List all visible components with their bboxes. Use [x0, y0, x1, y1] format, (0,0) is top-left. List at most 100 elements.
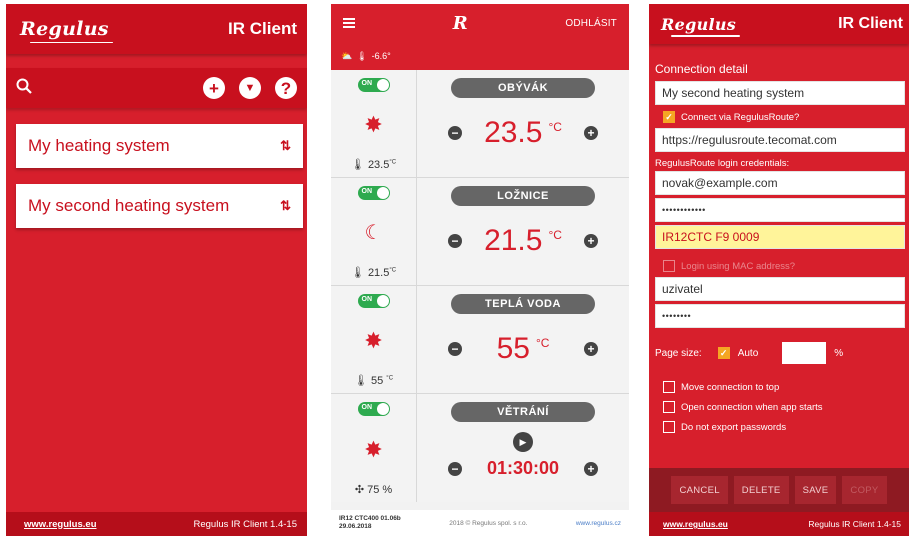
page-size-input[interactable] — [782, 342, 827, 364]
website-link[interactable]: www.regulus.eu — [663, 519, 728, 529]
zone-card: ON ☾ 🌡 21.5°C LOŽNICE − 21.5 °C + — [331, 178, 629, 286]
firmware-version: IR12 CTC400 01.06b 29.06.2018 — [339, 515, 401, 530]
save-button[interactable]: SAVE — [794, 476, 837, 504]
option-label: Move connection to top — [681, 381, 780, 393]
minus-button[interactable]: − — [448, 342, 462, 356]
plus-button[interactable]: + — [584, 342, 598, 356]
zone-status: ON ✸ 🌡 23.5°C — [331, 70, 417, 177]
zone-status: ON ✸ 🌡 55 °C — [331, 286, 417, 393]
copy-button[interactable]: COPY — [842, 476, 887, 504]
add-icon[interactable]: + — [203, 77, 225, 99]
checkbox-icon[interactable] — [663, 381, 675, 393]
connection-form: Connection detail My second heating syst… — [649, 62, 909, 436]
thermometer-icon: 🌡 — [356, 50, 368, 61]
zone-control: LOŽNICE − 21.5 °C + — [417, 178, 629, 285]
connection-name: My heating system — [28, 136, 170, 155]
checkbox-icon — [663, 260, 675, 272]
zone-name[interactable]: LOŽNICE — [451, 186, 595, 206]
app-version: Regulus IR Client 1.4-15 — [808, 519, 901, 529]
section-title: Connection detail — [655, 62, 748, 76]
zone-toggle[interactable]: ON — [357, 78, 390, 92]
zone-status: ON ✸ ✣ 75 % — [331, 394, 417, 502]
option-checkbox-row[interactable]: Do not export passwords — [655, 418, 905, 436]
mac-login-label: Login using MAC address? — [681, 260, 796, 272]
connection-name-input[interactable]: My second heating system — [655, 81, 905, 105]
minus-button[interactable]: − — [448, 234, 462, 248]
setpoint-row: − 21.5 °C + — [448, 224, 598, 258]
checkbox-icon[interactable] — [663, 421, 675, 433]
regulus-logo: Regulus — [661, 14, 741, 37]
toggle-label: ON — [361, 404, 373, 411]
toggle-label: ON — [361, 296, 373, 303]
regulus-r-logo: R — [452, 12, 468, 34]
auto-label: Auto — [737, 347, 759, 359]
play-icon[interactable]: ▶ — [513, 432, 533, 452]
checkbox-icon[interactable] — [663, 401, 675, 413]
screenshot-root: Regulus IR Client + ▼ ? My heating syste… — [0, 0, 909, 541]
cancel-button[interactable]: CANCEL — [671, 476, 728, 504]
zone-card: ON ✸ 🌡 55 °C TEPLÁ VODA − 55 °C + — [331, 286, 629, 394]
zone-toggle[interactable]: ON — [357, 186, 390, 200]
copyright: 2018 © Regulus spol. s r.o. — [449, 519, 528, 527]
credentials-label: RegulusRoute login credentials: — [655, 158, 790, 169]
logout-button[interactable]: ODHLÁSIT — [565, 18, 617, 29]
sun-icon: ✸ — [364, 328, 383, 353]
zone-control: OBÝVÁK − 23.5 °C + — [417, 70, 629, 177]
hamburger-menu-icon[interactable] — [343, 18, 355, 28]
dashboard-header: R ODHLÁSIT — [331, 4, 629, 42]
zone-name[interactable]: VĚTRÁNÍ — [451, 402, 595, 422]
route-url-input[interactable]: https://regulusroute.tecomat.com — [655, 128, 905, 152]
timer-value: 01:30:00 — [486, 458, 560, 478]
zone-toggle[interactable]: ON — [357, 294, 390, 308]
app-footer: www.regulus.eu Regulus IR Client 1.4-15 — [649, 512, 909, 536]
setpoint-value: 21.5 °C — [484, 224, 562, 257]
option-label: Do not export passwords — [681, 421, 787, 433]
via-route-checkbox-row[interactable]: ✓ Connect via RegulusRoute? — [655, 108, 905, 126]
option-checkbox-row[interactable]: Move connection to top — [655, 378, 905, 396]
toggle-label: ON — [361, 188, 373, 195]
route-password-input[interactable]: •••••••••••• — [655, 198, 905, 222]
website-link[interactable]: www.regulus.cz — [576, 520, 621, 527]
connection-item[interactable]: My heating system ⇅ — [16, 124, 303, 168]
moon-icon: ☾ — [364, 222, 383, 244]
percent-label: % — [834, 347, 844, 359]
checkbox-checked-icon[interactable]: ✓ — [663, 111, 675, 123]
delete-button[interactable]: DELETE — [733, 476, 789, 504]
user-password-input[interactable]: •••••••• — [655, 304, 905, 328]
app-version: Regulus IR Client 1.4-15 — [193, 518, 298, 530]
setpoint-row: − 01:30:00 + — [448, 458, 598, 479]
sort-icon[interactable]: ⇅ — [280, 138, 291, 154]
page-size-label: Page size: — [655, 347, 702, 359]
plus-button[interactable]: + — [584, 461, 598, 476]
search-icon[interactable] — [16, 78, 32, 99]
app-header: Regulus IR Client — [649, 4, 909, 44]
app-title: IR Client — [228, 19, 297, 38]
connection-detail-screen: Regulus IR Client Connection detail My s… — [649, 4, 909, 536]
plus-button[interactable]: + — [583, 126, 598, 140]
minus-button[interactable]: − — [448, 461, 462, 476]
checkbox-checked-icon[interactable]: ✓ — [717, 347, 730, 359]
toggle-label: ON — [361, 80, 373, 87]
option-checkbox-row[interactable]: Open connection when app starts — [655, 398, 905, 416]
website-link[interactable]: www.regulus.eu — [24, 519, 97, 530]
app-title: IR Client — [838, 15, 903, 32]
sun-icon: ✸ — [364, 112, 383, 137]
zone-toggle[interactable]: ON — [357, 402, 390, 416]
help-icon[interactable]: ? — [275, 77, 297, 99]
email-input[interactable]: novak@example.com — [655, 171, 905, 195]
option-label: Open connection when app starts — [681, 401, 823, 413]
zone-name[interactable]: OBÝVÁK — [451, 78, 595, 98]
connection-item[interactable]: My second heating system ⇅ — [16, 184, 303, 228]
plus-button[interactable]: + — [583, 234, 598, 248]
device-id-input[interactable]: IR12CTC F9 0009 — [655, 225, 905, 249]
download-icon[interactable]: ▼ — [239, 77, 261, 99]
app-header: Regulus IR Client — [6, 4, 307, 54]
weather-icon: ⛅ — [341, 50, 353, 61]
fan-level: ✣ 75 % — [354, 484, 393, 496]
username-input[interactable]: uzivatel — [655, 277, 905, 301]
dashboard-footer: IR12 CTC400 01.06b 29.06.2018 2018 © Regu… — [331, 510, 629, 536]
sort-icon[interactable]: ⇅ — [280, 198, 291, 214]
minus-button[interactable]: − — [448, 126, 462, 140]
zone-control: VĚTRÁNÍ ▶ − 01:30:00 + — [417, 394, 629, 502]
zone-name[interactable]: TEPLÁ VODA — [451, 294, 595, 314]
